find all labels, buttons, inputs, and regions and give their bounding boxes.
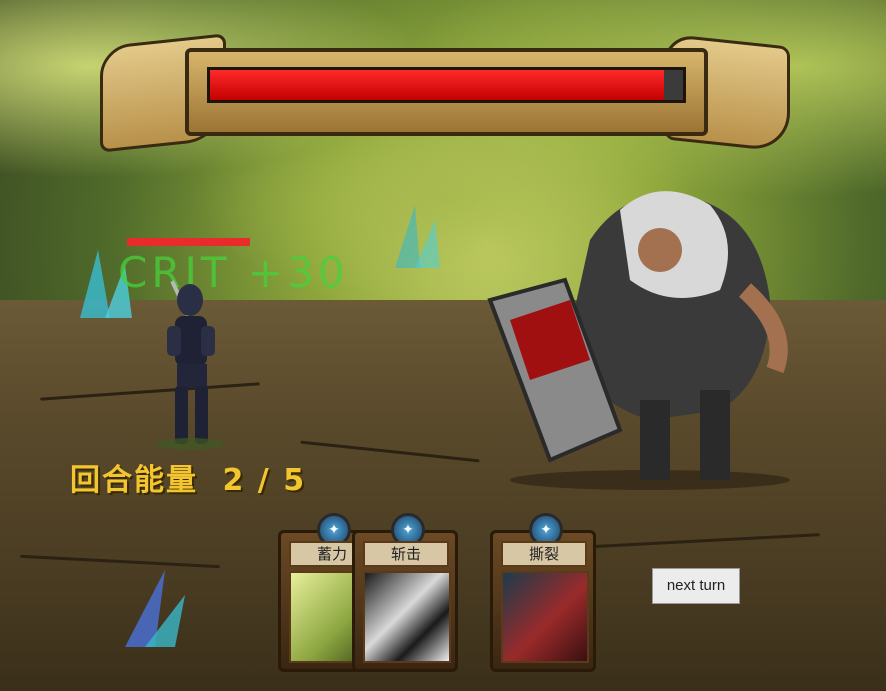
card-art [501, 571, 589, 663]
next-turn-button[interactable]: next turn [652, 568, 740, 604]
hero-knight[interactable] [145, 278, 225, 450]
energy-separator: / [257, 463, 271, 498]
energy-max: 5 [283, 463, 307, 498]
turn-energy-display: 回合能量 2 / 5 [70, 455, 306, 499]
battle-scene: CRIT +30 回合能量 2 / 5 ✦ 蓄力 ✦ 斩击 ✦ 撕裂 next … [0, 0, 886, 691]
boss-health-bar [207, 67, 686, 103]
boss-health-fill [210, 70, 665, 100]
crystal-top-icon [395, 205, 440, 268]
card-art [363, 571, 451, 663]
energy-current: 2 [222, 463, 246, 498]
damage-number: +30 [247, 248, 349, 297]
card-title: 撕裂 [501, 541, 587, 567]
skill-card[interactable]: ✦ 斩击 [352, 513, 458, 672]
hero-health-fill [127, 238, 250, 246]
energy-label: 回合能量 [70, 463, 198, 498]
hero-health-bar [127, 238, 250, 246]
boss-health-frame [100, 30, 790, 153]
skill-card[interactable]: ✦ 撕裂 [490, 513, 596, 672]
crystal-bottom-icon [125, 570, 185, 647]
card-title: 斩击 [363, 541, 449, 567]
boss-health-panel [185, 48, 708, 136]
boss-wolf-warrior[interactable] [470, 180, 800, 490]
